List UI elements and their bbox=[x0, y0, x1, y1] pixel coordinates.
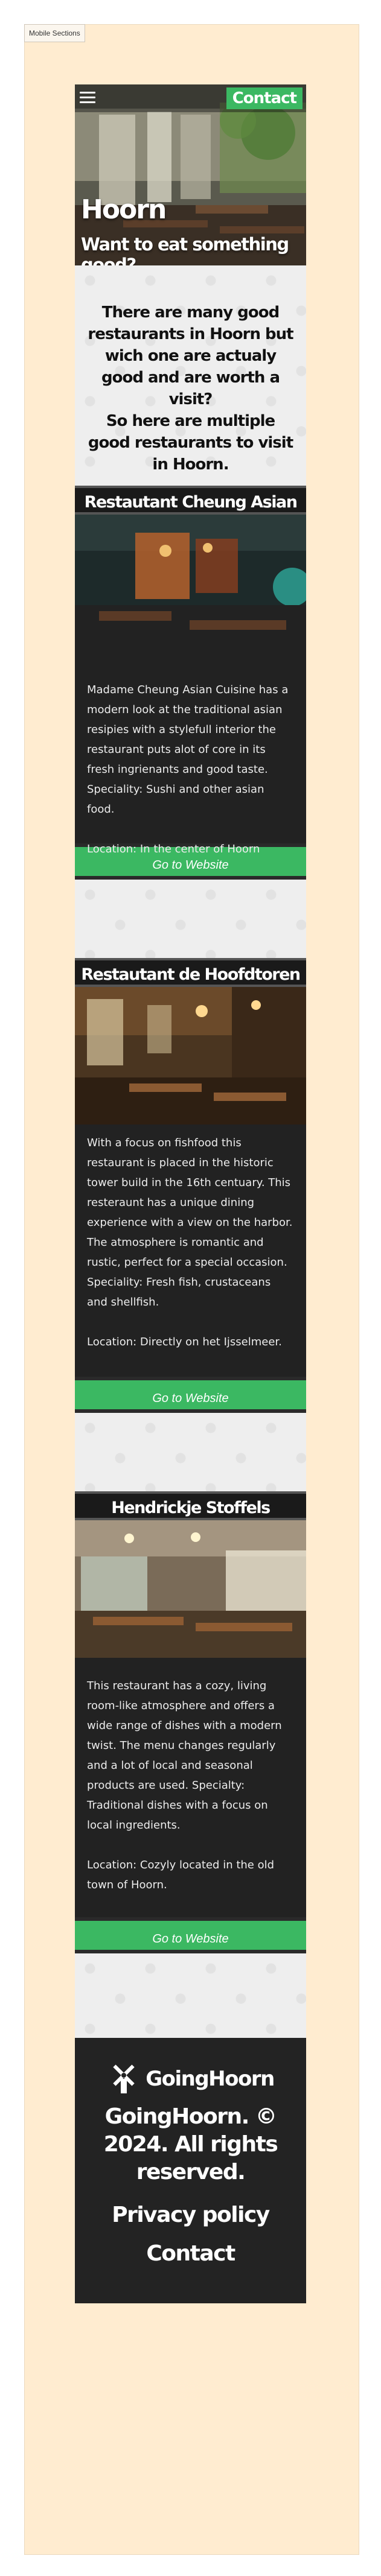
restaurant-description-block: Madame Cheung Asian Cuisine has a modern… bbox=[75, 653, 306, 855]
frame-label: Mobile Sections bbox=[24, 24, 85, 42]
restaurant-description: With a focus on fishfood this restaurant… bbox=[87, 1137, 293, 1309]
restaurant-photo-hoofdtoren bbox=[75, 987, 306, 1125]
restaurant-description: Madame Cheung Asian Cuisine has a modern… bbox=[87, 684, 289, 816]
restaurant-description: This restaurant has a cozy, living room-… bbox=[87, 1680, 282, 1832]
hero-section: Contact Hoorn Want to eat something good… bbox=[75, 84, 306, 265]
contact-button[interactable]: Contact bbox=[226, 87, 303, 109]
footer: GoingHoorn GoingHoorn. © 2024. All right… bbox=[75, 2038, 306, 2303]
section-spacer bbox=[75, 1413, 306, 1491]
privacy-policy-link[interactable]: Privacy policy bbox=[75, 2202, 306, 2229]
restaurant-photo-hendrickje bbox=[75, 1520, 306, 1658]
restaurant-card-3: Hendrickje Stoffels This restaurant has … bbox=[75, 1491, 306, 1953]
restaurant-description-block: This restaurant has a cozy, living room-… bbox=[75, 1658, 306, 1917]
restaurant-name: Restautant de Hoofdtoren bbox=[75, 958, 306, 987]
restaurant-image bbox=[75, 1520, 306, 1658]
section-spacer bbox=[75, 880, 306, 958]
restaurant-image bbox=[75, 515, 306, 653]
hamburger-menu-icon[interactable] bbox=[80, 92, 95, 104]
restaurant-name: Restautant Cheung Asian Cuisine bbox=[75, 486, 306, 541]
page-subtitle: Want to eat something good? bbox=[81, 234, 289, 265]
restaurant-description-block: With a focus on fishfood this restaurant… bbox=[75, 1125, 306, 1377]
restaurant-card-2: Restautant de Hoofdtoren With a focus on… bbox=[75, 958, 306, 1413]
footer-contact-link[interactable]: Contact bbox=[75, 2241, 306, 2267]
restaurant-photo-cheung bbox=[75, 515, 306, 653]
footer-logo: GoingHoorn bbox=[75, 2060, 306, 2098]
page-title: Hoorn bbox=[81, 194, 167, 225]
windmill-icon bbox=[113, 2064, 135, 2093]
restaurant-image bbox=[75, 987, 306, 1125]
section-spacer bbox=[75, 1953, 306, 2038]
intro-text-2: So here are multiple good restaurants to… bbox=[88, 412, 293, 474]
go-to-website-button[interactable]: Go to Website bbox=[75, 1377, 306, 1413]
restaurant-card-1: Restautant Cheung Asian Cuisine Madame C… bbox=[75, 486, 306, 880]
intro-section: There are many good restaurants in Hoorn… bbox=[75, 265, 306, 486]
footer-logo-text: GoingHoorn bbox=[146, 2067, 275, 2091]
restaurant-location: Location: Directly on het Ijsselmeer. bbox=[87, 1336, 282, 1348]
top-nav: Contact bbox=[75, 84, 306, 112]
go-to-website-button[interactable]: Go to Website bbox=[75, 1917, 306, 1953]
intro-text-1: There are many good restaurants in Hoorn… bbox=[88, 303, 293, 408]
copyright-text: GoingHoorn. © 2024. All rights reserved. bbox=[103, 2104, 278, 2184]
restaurant-location: Location: Cozyly located in the old town… bbox=[87, 1859, 275, 1891]
mobile-page: Contact Hoorn Want to eat something good… bbox=[75, 84, 306, 2303]
restaurant-name: Hendrickje Stoffels bbox=[75, 1491, 306, 1520]
